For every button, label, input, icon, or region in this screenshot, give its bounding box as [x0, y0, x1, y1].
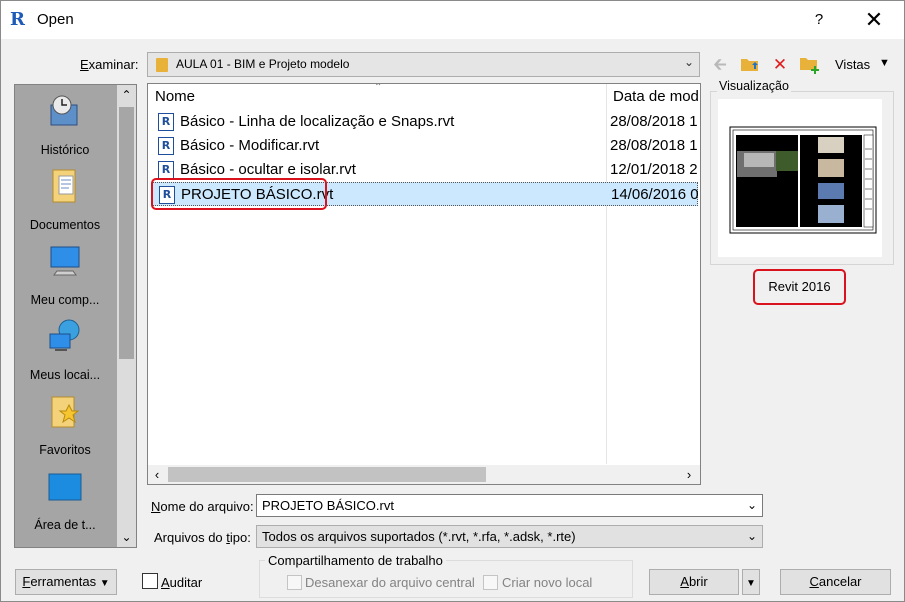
- open-button[interactable]: Abrir: [649, 569, 739, 595]
- new-local-label: Criar novo local: [502, 575, 593, 590]
- back-arrow-icon[interactable]: 🡰: [709, 55, 731, 75]
- computer-icon: [47, 243, 83, 279]
- close-button[interactable]: ✕: [856, 1, 892, 39]
- horizontal-scrollbar[interactable]: ‹ ›: [148, 465, 700, 484]
- audit-label: Auditar: [161, 575, 203, 590]
- places-scroll-thumb[interactable]: [119, 107, 134, 359]
- place-computer[interactable]: Meu comp...: [15, 239, 115, 314]
- sort-ascending-icon: ⌃: [374, 83, 383, 93]
- lookin-combo[interactable]: AULA 01 - BIM e Projeto modelo ⌄: [147, 52, 700, 77]
- filename-field[interactable]: PROJETO BÁSICO.rvt ⌄: [256, 494, 763, 517]
- preview-version: Revit 2016: [753, 269, 846, 305]
- new-folder-icon[interactable]: [799, 55, 821, 75]
- title-bar: R Open ? ✕: [1, 1, 904, 39]
- dropdown-arrow-icon: ▼: [99, 578, 110, 589]
- horizontal-scroll-thumb[interactable]: [168, 467, 486, 482]
- open-dialog: R Open ? ✕ Examinar: AULA 01 - BIM e Pro…: [0, 0, 905, 602]
- scroll-right-icon[interactable]: ›: [680, 465, 698, 484]
- tools-button[interactable]: Ferramentas ▼: [15, 569, 117, 595]
- views-dropdown-icon[interactable]: ▼: [879, 57, 890, 69]
- filetype-select[interactable]: Todos os arquivos suportados (*.rvt, *.r…: [256, 525, 763, 548]
- revit-file-icon: R: [158, 137, 174, 155]
- filetype-label: Arquivos do tipo:: [154, 530, 251, 545]
- cancel-button[interactable]: Cancelar: [780, 569, 891, 595]
- scroll-down-icon[interactable]: ⌄: [117, 527, 136, 547]
- place-network[interactable]: Meus locai...: [15, 314, 115, 389]
- help-button[interactable]: ?: [801, 1, 837, 39]
- up-folder-icon[interactable]: [739, 55, 761, 75]
- revit-file-icon: R: [158, 113, 174, 131]
- desktop-icon: [47, 468, 83, 504]
- places-scrollbar[interactable]: ⌃ ⌄: [117, 85, 136, 547]
- history-icon: [47, 93, 83, 129]
- place-favorites[interactable]: Favoritos: [15, 389, 115, 464]
- revit-app-icon: R: [10, 9, 25, 30]
- revit-file-icon: R: [158, 161, 174, 179]
- open-options-button[interactable]: ▼: [742, 569, 760, 595]
- preview-thumbnail: [718, 99, 882, 257]
- favorites-icon: [47, 393, 83, 429]
- filename-label: Nome do arquivo:: [151, 499, 254, 514]
- scroll-up-icon[interactable]: ⌃: [117, 85, 136, 105]
- preview-label: Visualização: [717, 79, 791, 93]
- file-row[interactable]: R Básico - Linha de localização e Snaps.…: [152, 110, 698, 134]
- views-menu-button[interactable]: Vistas: [835, 57, 870, 72]
- place-documents[interactable]: Documentos: [15, 164, 115, 239]
- places-bar: Histórico Documentos Meu comp... Meus lo…: [14, 84, 137, 548]
- network-icon: [47, 318, 83, 354]
- selection-highlight: [151, 178, 327, 210]
- lookin-value: AULA 01 - BIM e Projeto modelo: [176, 57, 350, 71]
- column-header-date[interactable]: Data de mod: [613, 84, 699, 110]
- documents-icon: [47, 168, 83, 204]
- detach-label: Desanexar do arquivo central: [305, 575, 475, 590]
- new-local-checkbox[interactable]: [483, 575, 498, 590]
- audit-checkbox[interactable]: [142, 573, 158, 589]
- place-history[interactable]: Histórico: [15, 89, 115, 164]
- detach-checkbox[interactable]: [287, 575, 302, 590]
- chevron-down-icon[interactable]: ⌄: [747, 498, 757, 512]
- file-list: ⌃ Nome Data de mod R Básico - Linha de l…: [147, 83, 701, 485]
- column-header-name[interactable]: Nome: [155, 84, 195, 110]
- worksharing-title: Compartilhamento de trabalho: [265, 553, 446, 568]
- folder-icon: [156, 58, 168, 72]
- chevron-down-icon: ⌄: [683, 55, 694, 69]
- file-row[interactable]: R Básico - Modificar.rvt 28/08/2018 1: [152, 134, 698, 158]
- window-title: Open: [37, 11, 74, 28]
- chevron-down-icon: ⌄: [746, 529, 757, 543]
- lookin-label: Examinar:: [80, 57, 139, 72]
- dropdown-arrow-icon: ▼: [746, 578, 756, 589]
- scroll-left-icon[interactable]: ‹: [148, 465, 166, 484]
- place-desktop[interactable]: Área de t...: [15, 464, 115, 539]
- delete-icon[interactable]: ✕: [769, 55, 791, 75]
